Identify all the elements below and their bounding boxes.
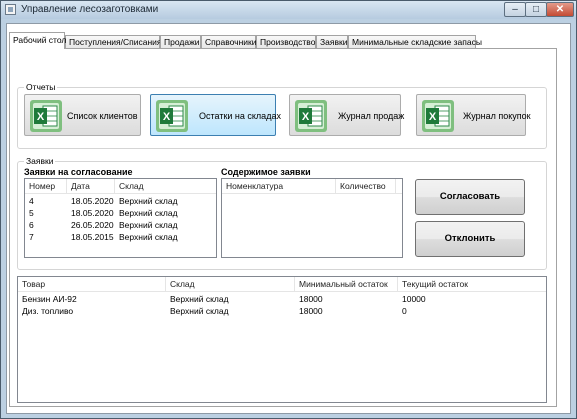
title-bar[interactable]: Управление лесозаготовками – □ ✕ <box>1 1 576 19</box>
app-icon <box>5 4 16 15</box>
stock-balance-report-button[interactable]: X Остатки на складах <box>150 94 281 136</box>
column-header-quantity[interactable]: Количество <box>336 179 396 193</box>
tab-panel: Отчеты X Список клиентов X Остатки на ск… <box>9 48 557 407</box>
client-list-report-button[interactable]: X Список клиентов <box>24 94 141 136</box>
min-stock-list[interactable]: Товар Склад Минимальный остаток Текущий … <box>17 276 547 403</box>
request-store: Верхний склад <box>119 208 178 218</box>
reports-group-label: Отчеты <box>24 82 58 92</box>
svg-text:X: X <box>302 111 310 123</box>
excel-icon: X <box>422 100 454 132</box>
sales-journal-label: Журнал продаж <box>338 111 405 121</box>
content-list-header: Номенклатура Количество <box>222 179 402 194</box>
warehouse-name: Верхний склад <box>170 294 229 304</box>
request-number: 4 <box>29 196 34 206</box>
request-content-list[interactable]: Номенклатура Количество <box>221 178 403 258</box>
close-button[interactable]: ✕ <box>546 2 574 17</box>
column-header-min-balance[interactable]: Минимальный остаток <box>295 277 398 291</box>
tab-desktop[interactable]: Рабочий стол <box>9 32 66 49</box>
table-row[interactable]: 7 18.05.2015 Верхний склад <box>25 231 216 243</box>
svg-text:X: X <box>429 111 437 123</box>
request-date: 26.05.2020 <box>71 220 114 230</box>
table-row[interactable]: Бензин АИ-92 Верхний склад 18000 10000 <box>18 293 546 305</box>
column-header-product[interactable]: Товар <box>18 277 166 291</box>
stock-list-header: Товар Склад Минимальный остаток Текущий … <box>18 277 546 292</box>
column-header-current-balance[interactable]: Текущий остаток <box>398 277 546 291</box>
tab-receipts[interactable]: Поступления/Списания <box>65 35 162 48</box>
table-row[interactable]: 5 18.05.2020 Верхний склад <box>25 207 216 219</box>
request-date: 18.05.2015 <box>71 232 114 242</box>
stock-balance-label: Остатки на складах <box>199 111 281 121</box>
window-title: Управление лесозаготовками <box>21 4 159 15</box>
approve-button[interactable]: Согласовать <box>415 179 525 215</box>
column-header-warehouse[interactable]: Склад <box>166 277 295 291</box>
column-header-number[interactable]: Номер <box>25 179 67 193</box>
request-store: Верхний склад <box>119 220 178 230</box>
excel-icon: X <box>156 100 188 132</box>
minimize-button[interactable]: – <box>504 2 526 17</box>
svg-text:X: X <box>37 111 45 123</box>
tab-sales[interactable]: Продажи <box>160 35 201 48</box>
svg-text:X: X <box>163 111 171 123</box>
table-row[interactable]: Диз. топливо Верхний склад 18000 0 <box>18 305 546 317</box>
request-store: Верхний склад <box>119 196 178 206</box>
purchase-journal-label: Журнал покупок <box>463 111 531 121</box>
tab-requests[interactable]: Заявки <box>316 35 348 48</box>
table-row[interactable]: 6 26.05.2020 Верхний склад <box>25 219 216 231</box>
reject-button[interactable]: Отклонить <box>415 221 525 257</box>
column-header-nomenclature[interactable]: Номенклатура <box>222 179 336 193</box>
request-date: 18.05.2020 <box>71 196 114 206</box>
request-content-title: Содержимое заявки <box>221 167 311 177</box>
current-balance: 0 <box>402 306 407 316</box>
table-row[interactable]: 4 18.05.2020 Верхний склад <box>25 195 216 207</box>
excel-icon: X <box>30 100 62 132</box>
tab-directories[interactable]: Справочники <box>201 35 257 48</box>
request-store: Верхний склад <box>119 232 178 242</box>
min-balance: 18000 <box>299 306 323 316</box>
warehouse-name: Верхний склад <box>170 306 229 316</box>
request-date: 18.05.2020 <box>71 208 114 218</box>
pending-requests-list[interactable]: Номер Дата Склад 4 18.05.2020 Верхний ск… <box>24 178 217 258</box>
main-window: Управление лесозаготовками – □ ✕ Рабочий… <box>0 0 577 419</box>
maximize-button[interactable]: □ <box>525 2 547 17</box>
request-number: 6 <box>29 220 34 230</box>
requests-group-label: Заявки <box>24 156 56 166</box>
purchase-journal-report-button[interactable]: X Журнал покупок <box>416 94 531 136</box>
client-list-label: Список клиентов <box>67 111 138 121</box>
min-balance: 18000 <box>299 294 323 304</box>
tab-production[interactable]: Производство <box>256 35 316 48</box>
current-balance: 10000 <box>402 294 426 304</box>
column-header-store[interactable]: Склад <box>115 179 216 193</box>
request-number: 5 <box>29 208 34 218</box>
sales-journal-report-button[interactable]: X Журнал продаж <box>289 94 405 136</box>
tab-min-stock[interactable]: Минимальные складские запасы <box>348 35 482 48</box>
product-name: Бензин АИ-92 <box>22 294 77 304</box>
request-number: 7 <box>29 232 34 242</box>
pending-requests-title: Заявки на согласование <box>24 167 133 177</box>
excel-icon: X <box>295 100 327 132</box>
pending-list-header: Номер Дата Склад <box>25 179 216 194</box>
column-header-date[interactable]: Дата <box>67 179 115 193</box>
product-name: Диз. топливо <box>22 306 74 316</box>
